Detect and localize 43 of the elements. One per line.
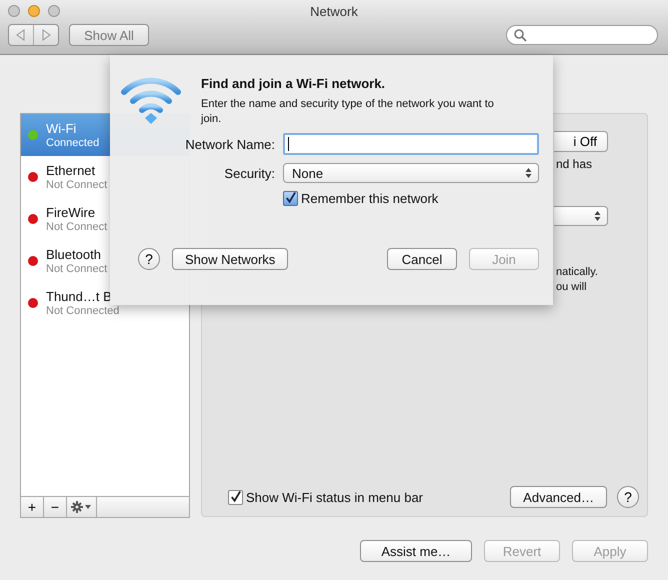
window-title: Network [310, 4, 358, 19]
service-status: Connected [46, 136, 100, 150]
checkbox[interactable] [283, 191, 298, 206]
sheet-button[interactable]: Cancel [387, 248, 457, 270]
popup-value: None [292, 166, 324, 180]
checkbox-label: Show Wi-Fi status in menu bar [246, 490, 424, 504]
checkbox[interactable] [228, 490, 243, 504]
service-name: Bluetooth [46, 246, 102, 262]
service-name: FireWire [46, 204, 96, 220]
help-button[interactable]: ? [617, 486, 639, 508]
note-text: natically. [556, 266, 598, 278]
network-popup[interactable] [554, 206, 608, 226]
footer-button[interactable]: Assist me… [360, 540, 472, 562]
search-field[interactable] [506, 25, 658, 45]
status-text: nd has [556, 157, 592, 171]
service-status: Not Connect [46, 220, 108, 234]
zoom-icon[interactable] [48, 5, 60, 17]
add-button[interactable]: + [21, 497, 44, 517]
advanced-button[interactable]: Advanced… [510, 486, 607, 508]
service-name: Wi-Fi [46, 120, 78, 136]
service-status: Not Connect [46, 262, 108, 276]
updown-icon [525, 167, 532, 179]
minimize-icon[interactable] [28, 5, 40, 17]
security-popup[interactable]: None [283, 163, 539, 183]
note-text: ou will [556, 281, 587, 293]
field-label: Security: [223, 166, 275, 180]
search-icon [513, 28, 527, 42]
show-all-button[interactable]: Show All [69, 24, 149, 46]
checkbox-label: Remember this network [301, 191, 438, 206]
service-name: Thund…t B [46, 288, 113, 304]
show-networks-button[interactable]: Show Networks [172, 248, 288, 270]
service-name: Ethernet [46, 162, 96, 178]
service-status: Not Connect [46, 178, 108, 192]
remove-button[interactable]: − [44, 497, 67, 517]
network-name-field[interactable] [283, 133, 539, 155]
help-button[interactable]: ? [138, 248, 160, 270]
gear-icon [70, 501, 92, 513]
service-status: Not Connected [46, 304, 120, 318]
sheet-description: Enter the name and security type of the network you want to join. [201, 97, 495, 127]
close-icon[interactable] [8, 5, 20, 17]
sheet-title: Find and join a Wi-Fi network. [201, 76, 386, 91]
updown-icon [594, 210, 601, 222]
turn-off-button[interactable]: i Off [554, 131, 608, 152]
